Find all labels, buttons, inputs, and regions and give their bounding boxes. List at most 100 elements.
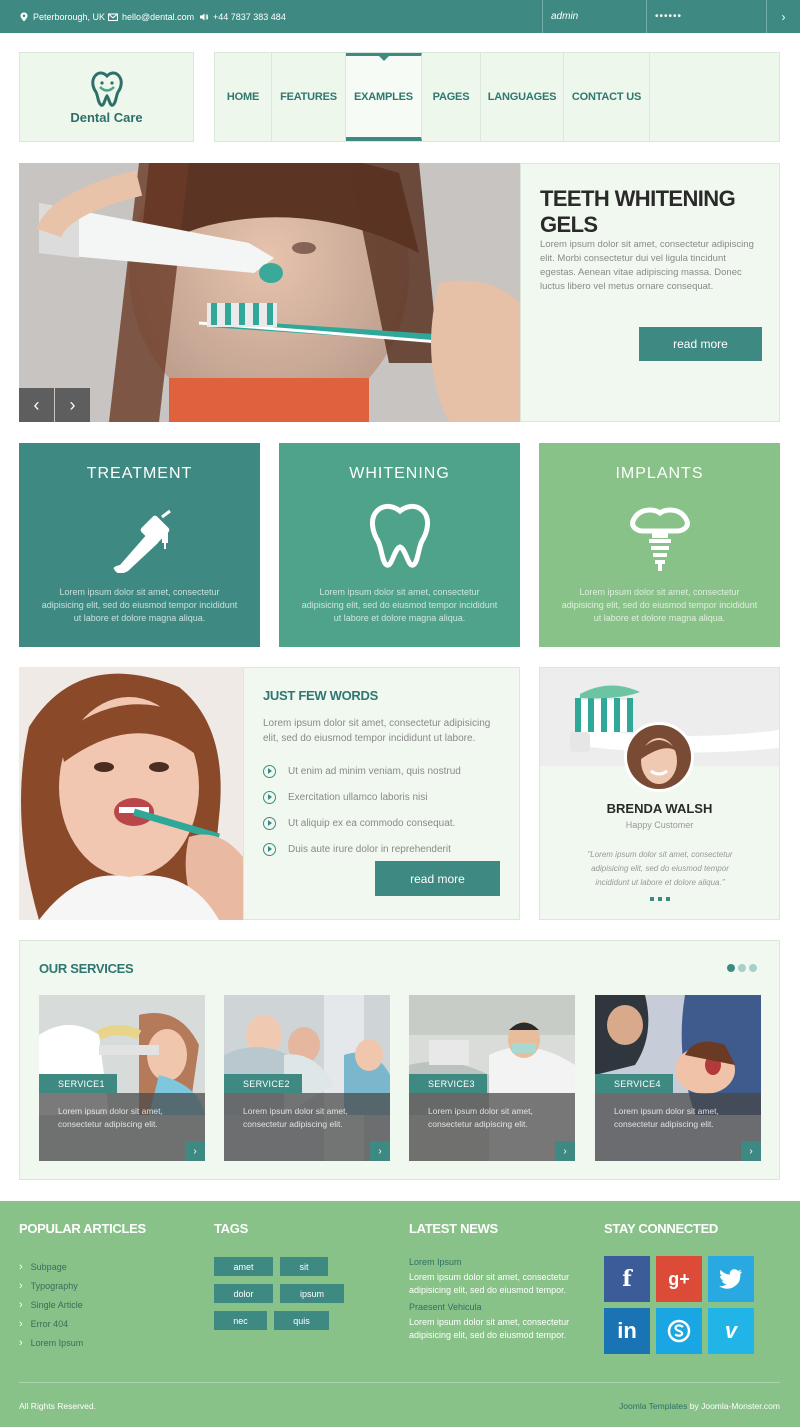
tag-quis[interactable]: quis xyxy=(274,1311,329,1330)
about-read-more-button[interactable]: read more xyxy=(375,861,500,896)
pager-dot[interactable] xyxy=(650,897,654,901)
twitter-bird-glyph xyxy=(719,1269,742,1289)
email-text[interactable]: hello@dental.com xyxy=(122,12,194,22)
chevron-right-icon: › xyxy=(563,1145,567,1157)
tag-nec[interactable]: nec xyxy=(214,1311,267,1330)
list-item: Ut enim ad minim veniam, quis nostrud xyxy=(263,758,461,784)
pager-dot[interactable] xyxy=(749,964,757,972)
feature-title: WHITENING xyxy=(349,465,450,482)
tag-ipsum[interactable]: ipsum xyxy=(280,1284,344,1303)
footer-social-title: STAY CONNECTED xyxy=(604,1221,719,1236)
location-info: Peterborough, UK xyxy=(19,0,105,33)
testimonial-role: Happy Customer xyxy=(625,820,694,830)
chevron-left-icon: ‹ xyxy=(33,394,40,415)
hero-read-more-button[interactable]: read more xyxy=(639,327,762,361)
footer-link-typography[interactable]: Typography xyxy=(19,1276,83,1295)
credit-link[interactable]: Joomla Templates xyxy=(619,1401,687,1411)
nav-home[interactable]: HOME xyxy=(215,53,272,141)
testimonial-panel: BRENDA WALSH Happy Customer "Lorem ipsum… xyxy=(539,667,780,920)
skype-icon[interactable] xyxy=(656,1308,702,1354)
about-panel: JUST FEW WORDS Lorem ipsum dolor sit ame… xyxy=(243,667,520,920)
logo[interactable]: Dental Care xyxy=(19,52,194,142)
chevron-right-icon: › xyxy=(749,1145,753,1157)
google-plus-icon[interactable]: g+ xyxy=(656,1256,702,1302)
service-more-button[interactable]: › xyxy=(555,1141,575,1161)
footer-popular-title: POPULAR ARTICLES xyxy=(19,1221,146,1236)
service-text: Lorem ipsum dolor sit amet, consectetur … xyxy=(614,1106,719,1129)
nav-languages[interactable]: LANGUAGES xyxy=(481,53,564,141)
copyright-text: All Rights Reserved. xyxy=(19,1401,97,1411)
testimonial-name: BRENDA WALSH xyxy=(606,801,713,816)
slider-next-button[interactable]: › xyxy=(55,388,90,422)
service-label: SERVICE2 xyxy=(224,1074,302,1093)
service-card[interactable]: SERVICE2 Lorem ipsum dolor sit amet, con… xyxy=(224,995,390,1161)
services-title: OUR SERVICES xyxy=(39,961,134,976)
dental-drill-icon xyxy=(113,509,171,573)
footer-link-subpage[interactable]: Subpage xyxy=(19,1257,83,1276)
hero-caption-panel: TEETH WHITENING GELS Lorem ipsum dolor s… xyxy=(520,163,780,422)
tag-dolor[interactable]: dolor xyxy=(214,1284,273,1303)
hero-slide-image: ‹ › xyxy=(19,163,520,422)
about-list: Ut enim ad minim veniam, quis nostrud Ex… xyxy=(263,758,461,862)
service-card[interactable]: SERVICE1 Lorem ipsum dolor sit amet, con… xyxy=(39,995,205,1161)
linkedin-icon[interactable]: in xyxy=(604,1308,650,1354)
email-info[interactable]: hello@dental.com xyxy=(108,0,194,33)
credit-text: Joomla Templates by Joomla-Monster.com xyxy=(619,1401,780,1411)
password-field[interactable]: •••••• xyxy=(646,0,766,33)
service-card[interactable]: SERVICE4 Lorem ipsum dolor sit amet, con… xyxy=(595,995,761,1161)
list-item: Exercitation ullamco laboris nisi xyxy=(263,784,461,810)
play-circle-icon xyxy=(263,764,276,778)
implant-icon xyxy=(629,507,690,571)
service-more-button[interactable]: › xyxy=(741,1141,761,1161)
pager-dot[interactable] xyxy=(658,897,662,901)
feature-treatment[interactable]: TREATMENT Lorem ipsum dolor sit amet, co… xyxy=(19,443,260,647)
chevron-right-icon: › xyxy=(378,1145,382,1157)
services-section: OUR SERVICES SERVICE1 Lorem ipsum dolor … xyxy=(19,940,780,1180)
play-circle-icon xyxy=(263,816,276,830)
facebook-icon[interactable]: f xyxy=(604,1256,650,1302)
news-text: Lorem ipsum dolor sit amet, consectetur … xyxy=(409,1272,570,1295)
list-item: Duis aute irure dolor in reprehenderit xyxy=(263,836,461,862)
service-label: SERVICE4 xyxy=(595,1074,673,1093)
avatar xyxy=(624,722,694,792)
twitter-icon[interactable] xyxy=(708,1256,754,1302)
nav-examples[interactable]: EXAMPLES xyxy=(346,53,422,141)
slider-prev-button[interactable]: ‹ xyxy=(19,388,54,422)
about-text: Lorem ipsum dolor sit amet, consectetur … xyxy=(263,718,491,744)
feature-text: Lorem ipsum dolor sit amet, consectetur … xyxy=(301,587,498,623)
footer-link-single-article[interactable]: Single Article xyxy=(19,1295,83,1314)
pager-dot[interactable] xyxy=(666,897,670,901)
login-submit-button[interactable]: › xyxy=(766,0,800,33)
services-pager xyxy=(727,964,757,972)
service-more-button[interactable]: › xyxy=(185,1141,205,1161)
nav-contact-us[interactable]: CONTACT US xyxy=(564,53,650,141)
logo-text: Dental Care xyxy=(70,109,143,125)
pager-dot[interactable] xyxy=(727,964,735,972)
service-text: Lorem ipsum dolor sit amet, consectetur … xyxy=(428,1106,533,1129)
feature-implants[interactable]: IMPLANTS Lorem ipsum dolor sit amet, con… xyxy=(539,443,780,647)
girl-photo-art xyxy=(19,667,243,920)
tag-amet[interactable]: amet xyxy=(214,1257,273,1276)
feature-title: IMPLANTS xyxy=(615,465,704,482)
news-heading[interactable]: Lorem Ipsum xyxy=(409,1257,462,1267)
pager-dot[interactable] xyxy=(738,964,746,972)
footer-tags-title: TAGS xyxy=(214,1221,248,1236)
username-field[interactable]: admin xyxy=(542,0,646,33)
tag-sit[interactable]: sit xyxy=(280,1257,328,1276)
news-text: Lorem ipsum dolor sit amet, consectetur … xyxy=(409,1317,570,1340)
play-circle-icon xyxy=(263,842,276,856)
service-more-button[interactable]: › xyxy=(370,1141,390,1161)
footer-link-lorem-ipsum[interactable]: Lorem Ipsum xyxy=(19,1333,84,1352)
nav-pages[interactable]: PAGES xyxy=(422,53,481,141)
feature-text: Lorem ipsum dolor sit amet, consectetur … xyxy=(561,587,758,623)
feature-whitening[interactable]: WHITENING Lorem ipsum dolor sit amet, co… xyxy=(279,443,520,647)
nav-features[interactable]: FEATURES xyxy=(272,53,346,141)
customer-portrait xyxy=(627,725,691,789)
service-card[interactable]: SERVICE3 Lorem ipsum dolor sit amet, con… xyxy=(409,995,575,1161)
footer-link-error-404[interactable]: Error 404 xyxy=(19,1314,83,1333)
footer: POPULAR ARTICLES Subpage Typography Sing… xyxy=(0,1201,800,1427)
vimeo-icon[interactable]: v xyxy=(708,1308,754,1354)
play-circle-icon xyxy=(263,790,276,804)
footer-news-title: LATEST NEWS xyxy=(409,1221,498,1236)
news-heading[interactable]: Praesent Vehicula xyxy=(409,1302,482,1312)
